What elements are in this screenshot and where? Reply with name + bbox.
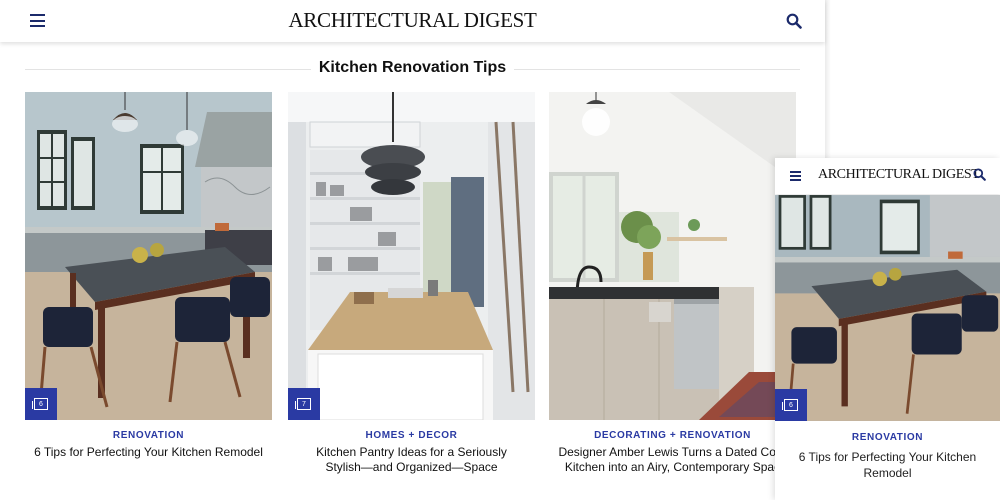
gallery-badge: 6 bbox=[775, 389, 807, 421]
section-heading: Kitchen Renovation Tips bbox=[25, 58, 800, 80]
article-headline[interactable]: 6 Tips for Perfecting Your Kitchen Remod… bbox=[25, 445, 272, 460]
site-logo[interactable]: ARCHITECTURAL DIGEST bbox=[0, 8, 825, 33]
article-image-pantry[interactable]: 7 bbox=[288, 92, 535, 420]
article-category[interactable]: RENOVATION bbox=[25, 430, 272, 441]
gallery-icon: 7 bbox=[295, 398, 311, 410]
article-card[interactable]: DECORATING + RENOVATION Designer Amber L… bbox=[549, 92, 796, 475]
mobile-preview: ARCHITECTURAL DIGEST 6 RENOVATION 6 Tips… bbox=[775, 158, 1000, 500]
mobile-logo[interactable]: ARCHITECTURAL DIGEST bbox=[818, 167, 980, 183]
article-headline[interactable]: Kitchen Pantry Ideas for a Seriously Sty… bbox=[288, 445, 535, 475]
site-header: ARCHITECTURAL DIGEST bbox=[0, 0, 825, 42]
article-category[interactable]: RENOVATION bbox=[775, 432, 1000, 443]
article-category[interactable]: HOMES + DECOR bbox=[288, 430, 535, 441]
page: ARCHITECTURAL DIGEST Kitchen Renovation … bbox=[0, 0, 1000, 500]
article-image-kitchen-dining[interactable]: 6 bbox=[25, 92, 272, 420]
mobile-article-image[interactable]: 6 bbox=[775, 195, 1000, 421]
article-image-amber-lewis-kitchen[interactable] bbox=[549, 92, 796, 420]
desktop-site: ARCHITECTURAL DIGEST Kitchen Renovation … bbox=[0, 0, 825, 500]
search-icon[interactable] bbox=[973, 168, 986, 181]
hamburger-menu-icon[interactable] bbox=[790, 171, 801, 181]
article-headline[interactable]: Designer Amber Lewis Turns a Dated Cour … bbox=[549, 445, 796, 475]
gallery-icon: 6 bbox=[32, 398, 48, 410]
article-headline[interactable]: 6 Tips for Perfecting Your Kitchen Remod… bbox=[783, 449, 992, 481]
section-title: Kitchen Renovation Tips bbox=[310, 59, 515, 76]
article-category[interactable]: DECORATING + RENOVATION bbox=[549, 430, 796, 441]
gallery-icon: 6 bbox=[782, 399, 798, 411]
gallery-badge: 6 bbox=[25, 388, 57, 420]
gallery-badge: 7 bbox=[288, 388, 320, 420]
search-icon[interactable] bbox=[786, 13, 802, 29]
article-card[interactable]: 6 RENOVATION 6 Tips for Perfecting Your … bbox=[25, 92, 272, 460]
article-card[interactable]: 7 HOMES + DECOR Kitchen Pantry Ideas for… bbox=[288, 92, 535, 475]
mobile-header: ARCHITECTURAL DIGEST bbox=[775, 158, 1000, 194]
